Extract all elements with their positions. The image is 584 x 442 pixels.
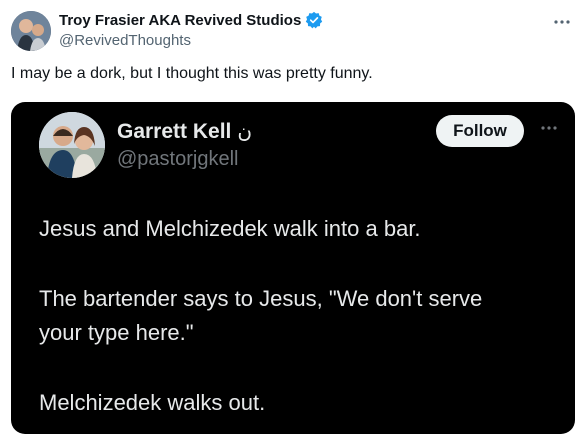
embedded-name-glyph: ن bbox=[237, 121, 253, 143]
embedded-avatar bbox=[39, 112, 105, 178]
verified-badge-icon bbox=[305, 11, 323, 29]
tweet-text: I may be a dork, but I thought this was … bbox=[11, 65, 373, 82]
tweet: Troy Frasier AKA Revived Studios @Revive… bbox=[0, 0, 584, 442]
embedded-name-row: Garrett Kell ن bbox=[117, 119, 252, 144]
author-display-name[interactable]: Troy Frasier AKA Revived Studios bbox=[59, 12, 301, 29]
embedded-handle: @pastorjgkell bbox=[117, 148, 239, 170]
embedded-text-line: Melchizedek walks out. bbox=[39, 390, 266, 415]
embedded-more-icon bbox=[537, 116, 561, 140]
author-avatar[interactable] bbox=[11, 11, 51, 51]
author-handle[interactable]: @RevivedThoughts bbox=[59, 32, 191, 49]
embedded-screenshot[interactable]: Garrett Kell ن @pastorjgkell Follow Jesu… bbox=[11, 102, 575, 434]
embedded-text-line: your type here." bbox=[39, 320, 194, 345]
embedded-text-line: Jesus and Melchizedek walk into a bar. bbox=[39, 216, 421, 241]
follow-button[interactable]: Follow bbox=[436, 115, 524, 147]
embedded-text-line: The bartender says to Jesus, "We don't s… bbox=[39, 286, 483, 311]
embedded-display-name: Garrett Kell bbox=[117, 119, 232, 143]
more-options-icon[interactable] bbox=[548, 8, 576, 36]
author-name-row: Troy Frasier AKA Revived Studios bbox=[59, 11, 323, 29]
